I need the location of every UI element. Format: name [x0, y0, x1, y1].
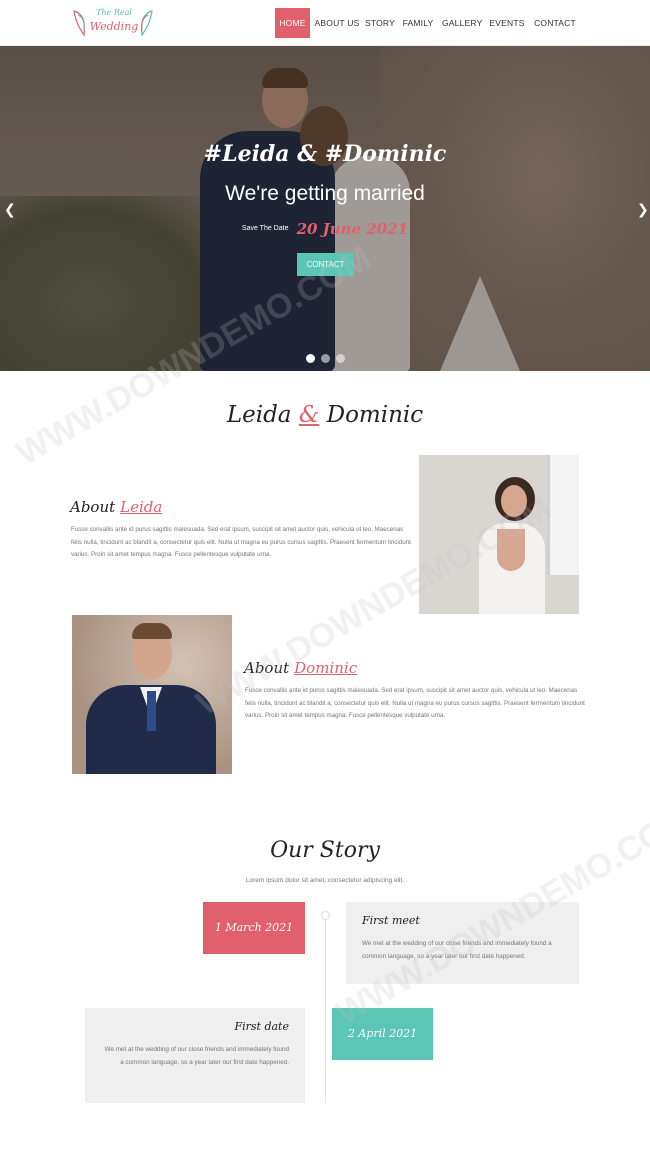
story-title: Our Story — [270, 838, 380, 863]
logo-line2: Wedding — [89, 20, 139, 33]
nav-family[interactable]: FAMILY — [401, 8, 435, 38]
save-the-date: Save The Date 20 June 2021 — [0, 218, 650, 238]
slider-dot-3[interactable] — [336, 354, 345, 363]
nav-home[interactable]: HOME — [275, 8, 310, 38]
hero-subtitle: We're getting married — [225, 182, 425, 205]
chevron-right-icon[interactable]: ❯ — [637, 202, 649, 218]
site-logo[interactable]: The Real Wedding — [72, 7, 154, 39]
about-groom-text: Fusce convallis ante id purus sagittis m… — [245, 687, 585, 719]
event-date-1: 1 March 2021 — [203, 902, 305, 954]
photo-tie — [147, 691, 156, 731]
couple-groom-name: Dominic — [326, 402, 424, 428]
hero-overlay — [0, 46, 650, 371]
slider-dot-2[interactable] — [321, 354, 330, 363]
nav-events[interactable]: EVENTS — [489, 8, 525, 38]
hero-title: #Leida & #Dominic — [203, 141, 447, 167]
about-bride-text: Fusce convallis ante id purus sagittis m… — [71, 526, 411, 558]
chevron-left-icon[interactable]: ❮ — [4, 202, 16, 218]
event-text-2: We met at the wedding of our close frien… — [104, 1046, 289, 1066]
save-label: Save The Date — [241, 225, 289, 232]
nav-about-us[interactable]: ABOUT US — [314, 8, 360, 38]
photo-hair — [132, 623, 172, 639]
hero-slider: #Leida & #Dominic We're getting married … — [0, 46, 650, 371]
couple-ampersand: & — [298, 402, 320, 428]
nav-story[interactable]: STORY — [365, 8, 395, 38]
nav-contact[interactable]: CONTACT — [533, 8, 577, 38]
wedding-date: 20 June 2021 — [296, 219, 409, 238]
about-label: About — [70, 498, 116, 516]
slider-dot-1[interactable] — [306, 354, 315, 363]
nav-gallery[interactable]: GALLERY — [442, 8, 482, 38]
timeline-line — [325, 913, 326, 1103]
about-bride-title: About Leida — [70, 498, 162, 516]
couple-bride-name: Leida — [226, 402, 292, 428]
site-header: The Real Wedding HOME ABOUT US STORY FAM… — [0, 0, 650, 46]
logo-line1: The Real — [96, 8, 132, 17]
event-card-2: First date We met at the wedding of our … — [85, 1008, 305, 1103]
bride-name-link[interactable]: Leida — [120, 498, 162, 516]
timeline-node — [321, 911, 330, 920]
event-title-2: First date — [234, 1020, 289, 1033]
